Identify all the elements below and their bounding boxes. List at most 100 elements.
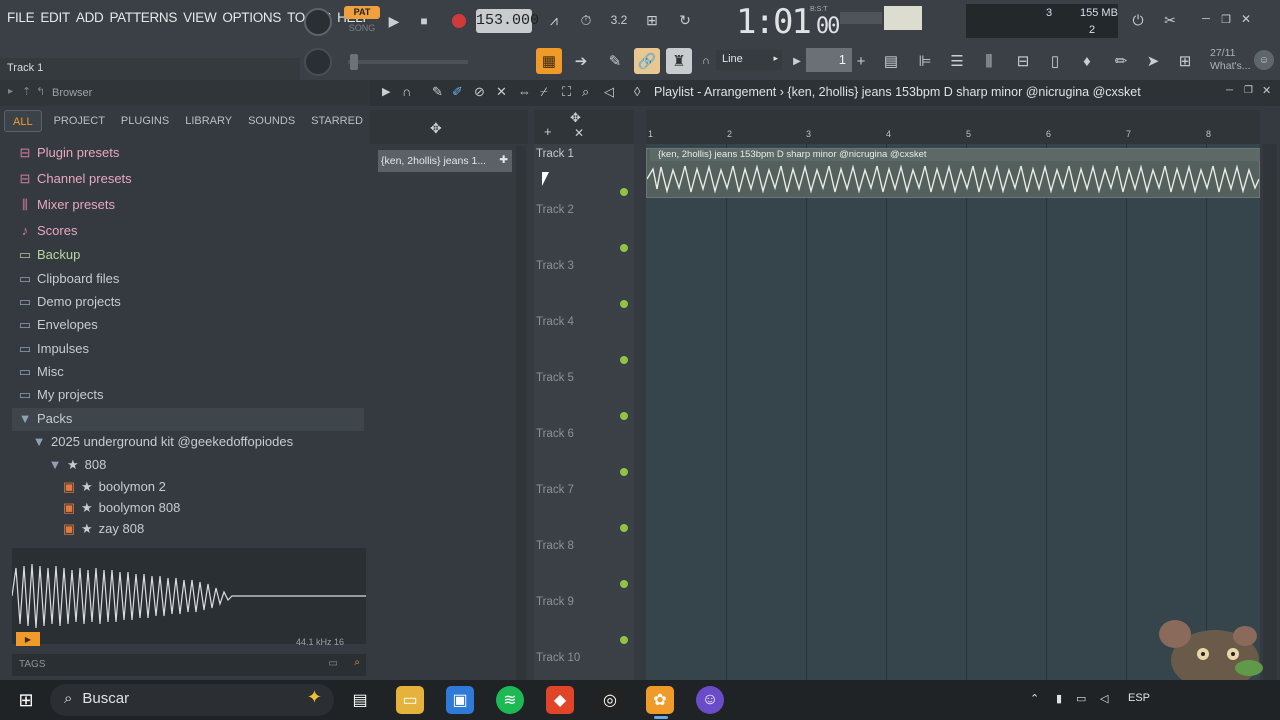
close-icon[interactable]: ✕	[1238, 10, 1254, 28]
master-volume-knob[interactable]	[304, 8, 332, 36]
draw-icon[interactable]: ✎	[602, 48, 628, 74]
menu-file[interactable]: FILE	[4, 10, 37, 25]
spotify-icon[interactable]: ≋	[496, 686, 524, 714]
delete-tool-icon[interactable]: ⊘	[474, 84, 485, 100]
network-icon[interactable]: ▭	[1076, 692, 1086, 705]
list-item[interactable]: ▼ Packs	[18, 408, 73, 430]
track-8-enable-led[interactable]	[620, 580, 628, 588]
loop-record-icon[interactable]: ↻	[672, 8, 698, 32]
tab-plugins[interactable]: PLUGINS	[113, 110, 177, 132]
magnet-tool-icon[interactable]: ∩	[402, 84, 411, 99]
list-item[interactable]: ⫼ Mixer presets	[18, 194, 115, 216]
arrow-right-icon[interactable]: ➔	[568, 48, 594, 74]
list-item[interactable]: ▭ Envelopes	[18, 314, 98, 336]
tools-icon[interactable]: ✏	[1108, 48, 1134, 74]
list-item[interactable]: ▭ My projects	[18, 384, 104, 406]
tags-bar[interactable]: TAGS ▭ ⌕	[12, 654, 366, 676]
list-item[interactable]: ▭ Impulses	[18, 338, 89, 360]
pat-song-toggle[interactable]: PAT SONG	[344, 6, 380, 38]
track-1-enable-led[interactable]	[620, 188, 628, 196]
pitch-knob[interactable]	[304, 48, 332, 76]
playlist-close-icon[interactable]: ✕	[1262, 84, 1271, 97]
track-10-label[interactable]: Track 10	[536, 652, 580, 664]
playlist-menu-icon[interactable]: ▶	[382, 85, 390, 98]
track-3-label[interactable]: Track 3	[536, 260, 574, 272]
menu-add[interactable]: ADD	[73, 10, 107, 25]
link-icon[interactable]: 🔗	[634, 48, 660, 74]
tab-all[interactable]: ALL	[4, 110, 42, 132]
tray-up-icon[interactable]: ⌃	[1030, 692, 1039, 705]
playback-tool-icon[interactable]: ◁	[604, 84, 614, 100]
plugin-picker-icon[interactable]: ➤	[1140, 48, 1166, 74]
account-icon[interactable]: ☺	[1254, 50, 1274, 70]
add-pattern-icon[interactable]: +	[852, 48, 870, 74]
tempo-display[interactable]: 153.000	[476, 9, 539, 33]
language-indicator[interactable]: ESP	[1128, 692, 1150, 704]
track-8-label[interactable]: Track 8	[536, 540, 574, 552]
pattern-number[interactable]: 1	[806, 48, 852, 72]
list-item[interactable]: ▼ 2025 underground kit @geekedoffopiodes	[32, 431, 294, 453]
track-2-label[interactable]: Track 2	[536, 204, 574, 216]
audio-clip[interactable]: {ken, 2hollis} jeans 153bpm D sharp mino…	[646, 148, 1260, 198]
browser-up-icon[interactable]: ⇡	[22, 85, 31, 98]
metronome-icon[interactable]: ⩘	[542, 8, 566, 32]
project-icon[interactable]: ▯	[1042, 48, 1068, 74]
list-item[interactable]: ♪ Scores	[18, 220, 78, 242]
restore-icon[interactable]: ❐	[1218, 10, 1234, 28]
menu-view[interactable]: VIEW	[180, 10, 219, 25]
playlist-icon[interactable]: ▦	[536, 48, 562, 74]
track-7-enable-led[interactable]	[620, 524, 628, 532]
fl-studio-icon[interactable]: ✿	[646, 686, 674, 714]
track-2-enable-led[interactable]	[620, 244, 628, 252]
wait-input-icon[interactable]: ⏱	[574, 8, 598, 32]
task-view-icon[interactable]: ▤	[346, 686, 374, 714]
start-icon[interactable]: ⊞	[12, 686, 40, 714]
track-5-label[interactable]: Track 5	[536, 372, 574, 384]
timeline-ruler[interactable]: 1 2 3 4 5 6 7 8	[646, 128, 1260, 144]
list-item[interactable]: ▭ Demo projects	[18, 291, 121, 313]
sample-preview[interactable]	[12, 548, 366, 644]
track-7-label[interactable]: Track 7	[536, 484, 574, 496]
list-item[interactable]: ▭ Clipboard files	[18, 268, 120, 290]
power-icon[interactable]: ⏻	[1126, 8, 1150, 32]
minimize-icon[interactable]: ─	[1198, 10, 1214, 28]
arrangement-grid[interactable]: {ken, 2hollis} jeans 153bpm D sharp mino…	[646, 144, 1260, 680]
plugin-icon[interactable]: ♦	[1074, 48, 1100, 74]
menu-patterns[interactable]: PATTERNS	[106, 10, 180, 25]
browser-arrow-icon[interactable]: ▸	[8, 86, 13, 97]
track-1-label[interactable]: Track 1	[536, 148, 574, 160]
tab-sounds[interactable]: SOUNDS	[240, 110, 303, 132]
picker-scrollbar[interactable]	[516, 146, 526, 680]
track-6-enable-led[interactable]	[620, 468, 628, 476]
volume-icon[interactable]: ◁	[1100, 692, 1108, 705]
play-icon[interactable]: ▶	[384, 10, 404, 32]
magnet-icon[interactable]: ∩	[700, 52, 712, 70]
prev-pattern-icon[interactable]: ▶	[790, 50, 804, 72]
channel-rack-icon[interactable]: ☰	[944, 48, 970, 74]
playlist-minimize-icon[interactable]: ─	[1226, 85, 1233, 96]
record-icon[interactable]	[448, 10, 470, 32]
select-tool-icon[interactable]: ⛶	[562, 84, 571, 100]
file-explorer-icon[interactable]: ▭	[396, 686, 424, 714]
clip-picker-item[interactable]: {ken, 2hollis} jeans 1... ✚	[378, 150, 512, 172]
master-slider[interactable]	[348, 60, 468, 64]
piano-roll-icon[interactable]: ⊫	[912, 48, 938, 74]
menu-options[interactable]: OPTIONS	[219, 10, 284, 25]
performance-icon[interactable]: ✂	[1158, 8, 1182, 32]
mixer-icon[interactable]: ⫼	[976, 48, 1002, 74]
master-slider-handle-icon[interactable]	[350, 54, 358, 70]
clip-tool-icon[interactable]: ✥	[430, 120, 442, 137]
pencil-tool-icon[interactable]: ✎	[432, 84, 443, 100]
track-tools-icon[interactable]: ✥	[570, 110, 581, 126]
taskbar-search[interactable]: ⌕ Buscar ✦	[50, 684, 334, 716]
slice-tool-icon[interactable]: ⌿	[540, 84, 548, 100]
add-track-icon[interactable]: +	[544, 124, 552, 139]
store-app-icon[interactable]: ▣	[446, 686, 474, 714]
track-4-label[interactable]: Track 4	[536, 316, 574, 328]
track-6-label[interactable]: Track 6	[536, 428, 574, 440]
store-icon[interactable]: ⊞	[1172, 48, 1198, 74]
track-4-enable-led[interactable]	[620, 356, 628, 364]
preview-play-icon[interactable]: ▶	[16, 632, 40, 646]
brave-icon[interactable]: ◆	[546, 686, 574, 714]
playlist-scrollbar[interactable]	[1263, 144, 1277, 680]
